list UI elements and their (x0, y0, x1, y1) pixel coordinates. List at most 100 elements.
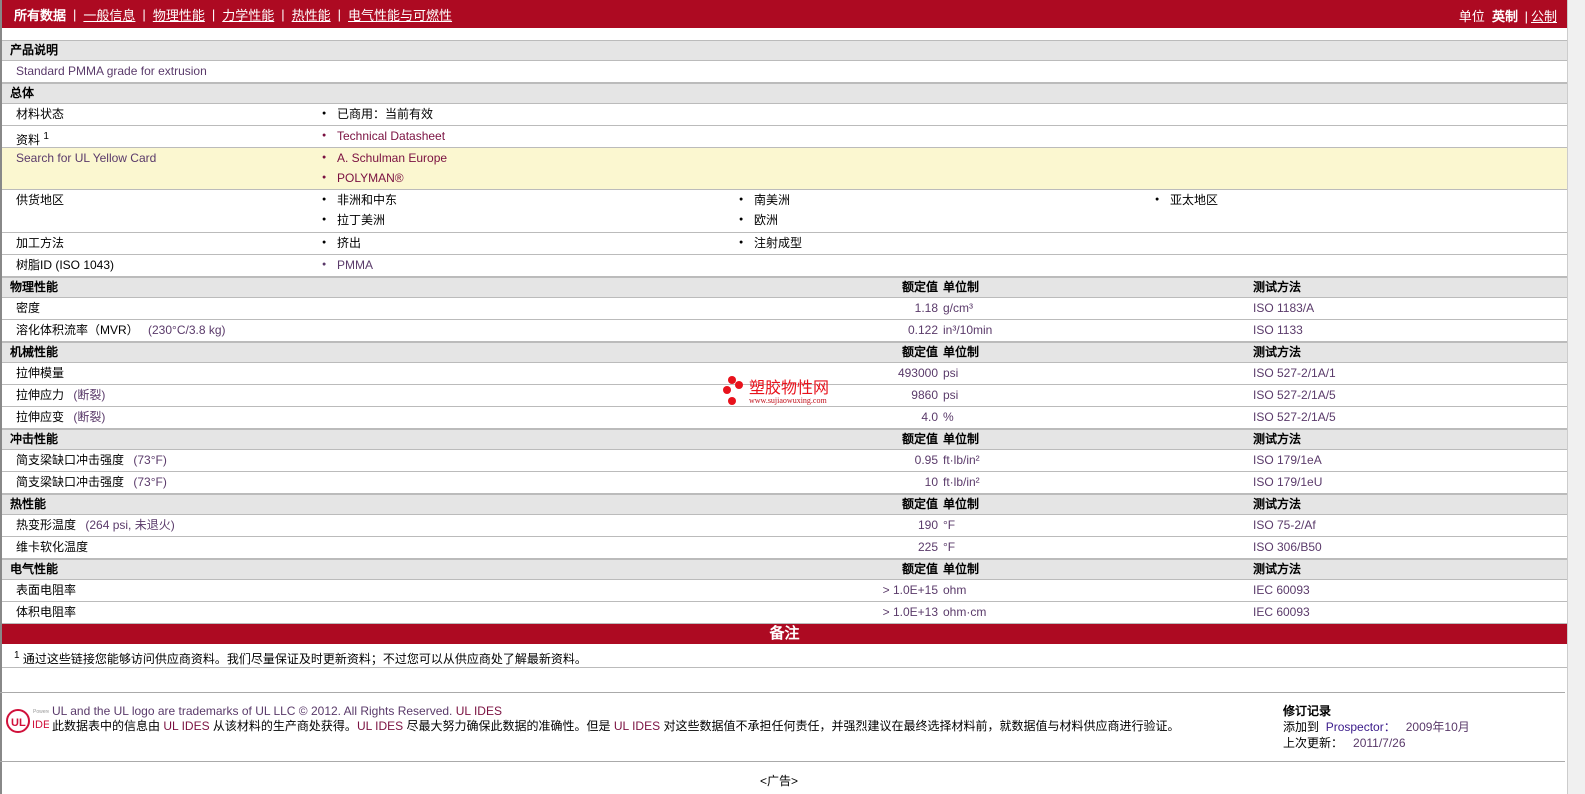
nav-electrical[interactable]: 电气性能与可燃性 (348, 5, 452, 24)
property-test-method: ISO 1183/A (1253, 301, 1315, 315)
unit-column-header: 单位制 (943, 497, 980, 511)
ul-ides-link[interactable]: UL IDES (614, 719, 660, 733)
watermark-logo: 塑胶物性网 www.sujiaowuxing.com (722, 374, 852, 412)
property-test-method: ISO 1133 (1253, 323, 1303, 337)
property-name: 溶化体积流率（MVR） (16, 323, 139, 337)
ul-logo-icon: UL Powered by IDES (6, 709, 60, 733)
prospector-link[interactable]: Prospector： (1326, 720, 1396, 734)
updated-label: 上次更新： (1283, 736, 1344, 750)
property-unit: ft·lb/in² (943, 475, 980, 489)
section-header: 物理性能 额定值 单位制 测试方法 (2, 277, 1567, 298)
property-value: 0.95 (914, 453, 938, 467)
property-name: 体积电阻率 (16, 605, 77, 619)
unit-english[interactable]: 英制 (1492, 9, 1518, 24)
property-row: 表面电阻率 > 1.0E+15 ohm IEC 60093 (2, 580, 1567, 602)
property-test-method: IEC 60093 (1253, 583, 1310, 597)
section-header: 电气性能 额定值 单位制 测试方法 (2, 559, 1567, 580)
product-description-row: Standard PMMA grade for extrusion (2, 61, 1567, 83)
property-label: 拉伸应力 (断裂) (16, 385, 105, 406)
property-value: 225 (917, 540, 938, 554)
product-description-text: Standard PMMA grade for extrusion (16, 64, 207, 78)
property-label: 拉伸应变 (断裂) (16, 407, 105, 428)
resin-id-value: PMMA (322, 255, 373, 275)
property-test-method: ISO 306/B50 (1253, 540, 1322, 554)
added-date: 2009年10月 (1405, 720, 1470, 734)
property-label: 体积电阻率 (16, 602, 76, 623)
property-condition: (264 psi, 未退火) (85, 518, 175, 532)
property-row: 热变形温度 (264 psi, 未退火) 190 °F ISO 75-2/Af (2, 515, 1567, 537)
property-label: 密度 (16, 298, 40, 319)
property-name: 拉伸应力 (16, 388, 65, 402)
unit-column-header: 单位制 (943, 432, 980, 446)
property-row: 密度 1.18 g/cm³ ISO 1183/A (2, 298, 1567, 320)
property-label: 溶化体积流率（MVR） (230°C/3.8 kg) (16, 320, 226, 341)
property-name: 热变形温度 (16, 518, 77, 532)
unit-metric[interactable]: 公制 (1531, 9, 1557, 24)
property-row: 维卡软化温度 225 °F ISO 306/B50 (2, 537, 1567, 559)
property-value: 0.122 (907, 323, 938, 337)
disclaimer-text: 从该材料的生产商处获得。 (209, 719, 357, 733)
nav-mechanical[interactable]: 力学性能 (222, 5, 274, 24)
disclaimer-text: 此数据表中的信息由 (52, 719, 164, 733)
property-test-method: ISO 527-2/1A/1 (1253, 366, 1336, 380)
section-header-general: 总体 (2, 83, 1567, 104)
property-value: 493000 (897, 366, 938, 380)
property-unit: ft·lb/in² (943, 453, 980, 467)
property-condition: (断裂) (73, 388, 106, 402)
ul-ides-link[interactable]: UL IDES (357, 719, 403, 733)
ul-ides-link[interactable]: UL IDES (456, 704, 502, 718)
supplier-link[interactable]: A. Schulman Europe (322, 148, 447, 168)
property-unit: °F (943, 518, 956, 532)
property-label: 热变形温度 (264 psi, 未退火) (16, 515, 175, 536)
property-row: 简支梁缺口冲击强度 (73°F) 0.95 ft·lb/in² ISO 179/1eA (2, 450, 1567, 472)
property-unit: % (943, 410, 954, 424)
property-test-method: ISO 179/1eU (1253, 475, 1323, 489)
row-label: 树脂ID (ISO 1043) (16, 258, 115, 272)
property-value: 1.18 (914, 301, 938, 315)
copyright-text: UL and the UL logo are trademarks of UL … (52, 704, 453, 718)
yellow-card-row: Search for UL Yellow Card A. Schulman Eur… (2, 148, 1567, 190)
section-title: 机械性能 (10, 345, 59, 359)
property-value: 4.0 (921, 410, 938, 424)
unit-column-header: 单位制 (943, 345, 980, 359)
section-header: 机械性能 额定值 单位制 测试方法 (2, 342, 1567, 363)
watermark-name: 塑胶物性网 (749, 380, 830, 397)
nav-thermal[interactable]: 热性能 (292, 5, 331, 24)
property-name: 表面电阻率 (16, 583, 77, 597)
nav-general[interactable]: 一般信息 (83, 5, 135, 24)
region-item: 南美洲 (739, 190, 790, 210)
nav-all-data[interactable]: 所有数据 (14, 5, 66, 24)
property-condition: (73°F) (133, 453, 167, 467)
property-value: 190 (917, 518, 938, 532)
top-nav: 所有数据 | 一般信息 | 物理性能 | 力学性能 | 热性能 | 电气性能与可燃性 单位… (2, 0, 1567, 28)
footer-text: UL and the UL logo are trademarks of UL … (52, 704, 1252, 734)
property-row: 溶化体积流率（MVR） (230°C/3.8 kg) 0.122 in³/10min… (2, 320, 1567, 342)
technical-datasheet-link[interactable]: Technical Datasheet (322, 126, 445, 146)
property-condition: (230°C/3.8 kg) (148, 323, 226, 337)
section-title: 冲击性能 (10, 432, 59, 446)
section-header: 冲击性能 额定值 单位制 测试方法 (2, 429, 1567, 450)
property-name: 维卡软化温度 (16, 540, 89, 554)
property-label: 维卡软化温度 (16, 537, 88, 558)
property-unit: psi (943, 388, 959, 402)
section-header-product-description: 产品说明 (2, 40, 1567, 61)
region-item: 欧洲 (739, 210, 778, 230)
tradename-link[interactable]: POLYMAN® (322, 168, 404, 188)
footnote-text: 通过这些链接您能够访问供应商资料。我们尽量保证及时更新资料；不过您可以从供应商处… (22, 652, 587, 666)
test-method-column-header: 测试方法 (1253, 280, 1302, 294)
property-unit: g/cm³ (943, 301, 973, 315)
property-row: 简支梁缺口冲击强度 (73°F) 10 ft·lb/in² ISO 179/1eU (2, 472, 1567, 494)
revision-title: 修订记录 (1283, 704, 1332, 718)
scrollbar[interactable] (1567, 0, 1585, 794)
svg-text:UL: UL (11, 717, 26, 729)
property-label: 表面电阻率 (16, 580, 76, 601)
watermark-url: www.sujiaowuxing.com (749, 396, 827, 405)
nominal-column-header: 额定值 (901, 432, 938, 446)
ul-ides-link[interactable]: UL IDES (163, 719, 209, 733)
nominal-column-header: 额定值 (901, 497, 938, 511)
region-item: 亚太地区 (1155, 190, 1218, 210)
nav-physical[interactable]: 物理性能 (153, 5, 205, 24)
literature-row: 资料 1 Technical Datasheet (2, 126, 1567, 148)
row-label: 加工方法 (16, 236, 65, 250)
test-method-column-header: 测试方法 (1253, 345, 1302, 359)
